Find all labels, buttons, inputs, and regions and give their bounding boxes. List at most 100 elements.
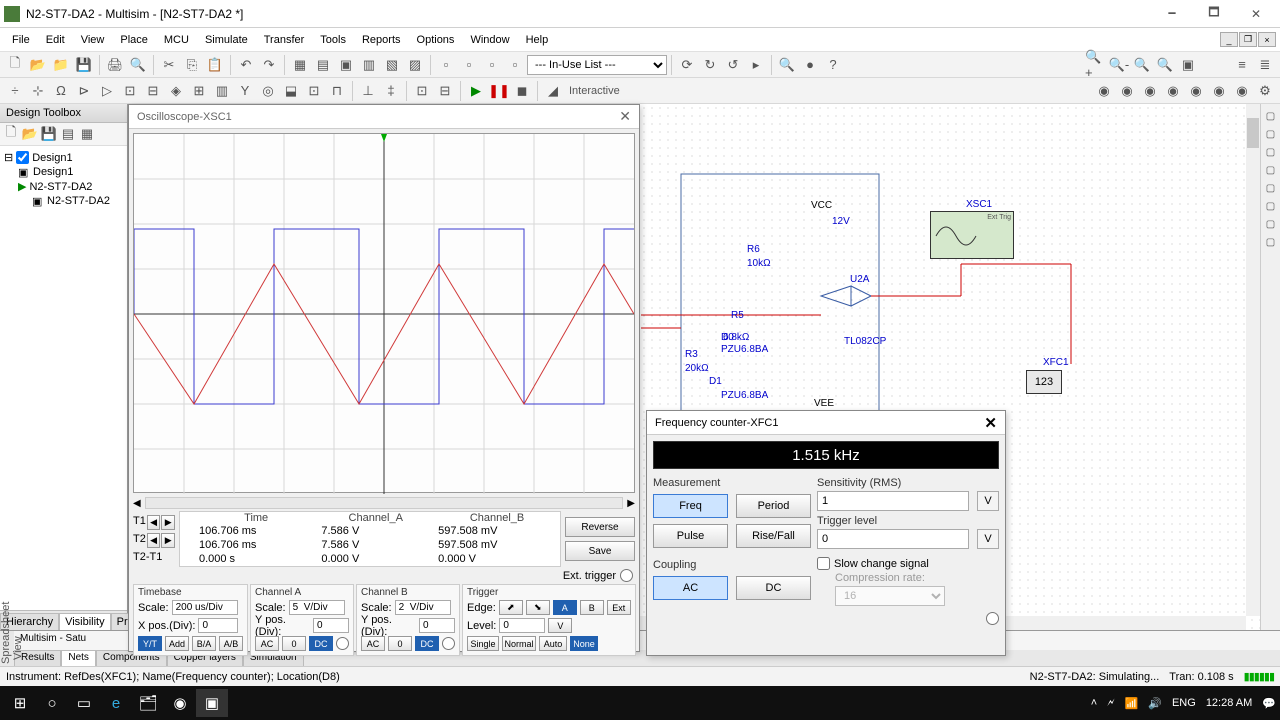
edge-icon[interactable]: e xyxy=(100,689,132,717)
menu-mcu[interactable]: MCU xyxy=(156,31,197,49)
chrome-icon[interactable]: ◉ xyxy=(164,689,196,717)
chan-a-ypos-input[interactable] xyxy=(313,618,349,633)
redo-icon[interactable]: ↷ xyxy=(258,54,280,76)
align-icon-2[interactable]: ≣ xyxy=(1254,54,1276,76)
instr-icon-7[interactable]: ▢ xyxy=(1263,216,1279,232)
oscilloscope-screen[interactable] xyxy=(133,133,635,493)
comp-icon-15[interactable]: ⊓ xyxy=(326,80,348,102)
trig-src-ext-button[interactable]: Ext xyxy=(607,600,631,615)
ba-button[interactable]: B/A xyxy=(192,636,216,651)
full-screen-icon[interactable]: ▣ xyxy=(1177,54,1199,76)
instr-icon-6[interactable]: ▢ xyxy=(1263,198,1279,214)
probe-icon-7[interactable]: ◉ xyxy=(1231,80,1253,102)
menu-options[interactable]: Options xyxy=(409,31,463,49)
new-icon[interactable]: 🗋 xyxy=(4,54,26,76)
comp-icon-1[interactable]: ÷ xyxy=(4,80,26,102)
menu-place[interactable]: Place xyxy=(112,31,156,49)
zoom-fit-icon[interactable]: 🔍 xyxy=(1154,54,1176,76)
tb-icon-19[interactable]: ↺ xyxy=(722,54,744,76)
print-icon[interactable]: 🖨 xyxy=(104,54,126,76)
mdi-close[interactable]: × xyxy=(1258,32,1276,47)
fc-dc-button[interactable]: DC xyxy=(736,576,811,600)
probe-icon-2[interactable]: ◉ xyxy=(1116,80,1138,102)
vertical-scrollbar[interactable] xyxy=(1246,104,1260,616)
copy-icon[interactable]: ⎘ xyxy=(181,54,203,76)
tb-icon-13[interactable]: ▫ xyxy=(435,54,457,76)
tray-power-icon[interactable]: 🗲 xyxy=(1107,697,1114,710)
tb-icon-16[interactable]: ▫ xyxy=(504,54,526,76)
schematic-canvas[interactable]: ▢ ▢ ▢ ▢ ▢ ▢ ▢ ▢ VCC 12V R6 10kΩ R5 6.8kΩ xyxy=(128,104,1280,630)
tb-icon-9[interactable]: ▣ xyxy=(335,54,357,76)
period-button[interactable]: Period xyxy=(736,494,811,518)
fc-ac-button[interactable]: AC xyxy=(653,576,728,600)
comp-icon-14[interactable]: ⊡ xyxy=(303,80,325,102)
fc-trigger-input[interactable] xyxy=(817,529,969,549)
multisim-task-icon[interactable]: ▣ xyxy=(196,689,228,717)
cha-ac-button[interactable]: AC xyxy=(255,636,279,651)
osc-scroll-left[interactable]: ◀ xyxy=(133,497,141,509)
probe-icon-3[interactable]: ◉ xyxy=(1139,80,1161,102)
undo-icon[interactable]: ↶ xyxy=(235,54,257,76)
comp-icon-8[interactable]: ◈ xyxy=(165,80,187,102)
chb-ac-button[interactable]: AC xyxy=(361,636,385,651)
fc-close-icon[interactable]: ✕ xyxy=(984,414,997,432)
timebase-xpos-input[interactable] xyxy=(198,618,238,633)
start-icon[interactable]: ⊞ xyxy=(4,689,36,717)
comp-icon-4[interactable]: ⊳ xyxy=(73,80,95,102)
cha-dc-button[interactable]: DC xyxy=(309,636,333,651)
trig-normal-button[interactable]: Normal xyxy=(502,636,536,651)
tb-icon-11[interactable]: ▧ xyxy=(381,54,403,76)
tray-wifi-icon[interactable]: 📶 xyxy=(1125,697,1139,710)
tree-root[interactable]: ⊟Design1 xyxy=(4,150,123,165)
slow-change-checkbox[interactable] xyxy=(817,557,830,570)
open-sample-icon[interactable]: 📁 xyxy=(50,54,72,76)
oscilloscope-close-icon[interactable]: ✕ xyxy=(619,108,631,125)
osc-scrollbar[interactable] xyxy=(145,497,624,509)
align-icon-1[interactable]: ≡ xyxy=(1231,54,1253,76)
menu-reports[interactable]: Reports xyxy=(354,31,409,49)
spreadsheet-view-tab[interactable]: Spreadsheet View xyxy=(0,631,14,666)
cut-icon[interactable]: ✂ xyxy=(158,54,180,76)
help-icon[interactable]: ? xyxy=(822,54,844,76)
menu-simulate[interactable]: Simulate xyxy=(197,31,256,49)
tray-volume-icon[interactable]: 🔊 xyxy=(1148,697,1162,710)
t1-left[interactable]: ◀ xyxy=(147,515,161,530)
save-icon[interactable]: 💾 xyxy=(73,54,95,76)
interactive-icon[interactable]: ◢ xyxy=(542,80,564,102)
menu-tools[interactable]: Tools xyxy=(312,31,354,49)
tb-icon-18[interactable]: ↻ xyxy=(699,54,721,76)
chb-dc-button[interactable]: DC xyxy=(415,636,439,651)
tree-item-0[interactable]: ▣Design1 xyxy=(4,165,123,179)
tray-up-icon[interactable]: ˄ xyxy=(1091,697,1097,709)
pause-icon[interactable]: ❚❚ xyxy=(488,80,510,102)
tray-time[interactable]: 12:28 AM xyxy=(1206,697,1252,709)
osc-scroll-right[interactable]: ▶ xyxy=(627,497,635,509)
comp-icon-3[interactable]: Ω xyxy=(50,80,72,102)
add-button[interactable]: Add xyxy=(165,636,189,651)
menu-view[interactable]: View xyxy=(73,31,113,49)
trigger-level-input[interactable] xyxy=(499,618,545,633)
tb-icon-7[interactable]: ▦ xyxy=(289,54,311,76)
zoom-out-icon[interactable]: 🔍- xyxy=(1108,54,1130,76)
yt-button[interactable]: Y/T xyxy=(138,636,162,651)
xfc1-instrument[interactable]: 123 xyxy=(1026,370,1062,394)
paste-icon[interactable]: 📋 xyxy=(204,54,226,76)
taskview-icon[interactable]: ▭ xyxy=(68,689,100,717)
tb-icon-12[interactable]: ▨ xyxy=(404,54,426,76)
place-icon-1[interactable]: ⊥ xyxy=(357,80,379,102)
tb-icon-probe1[interactable]: 🔍 xyxy=(776,54,798,76)
comp-icon-9[interactable]: ⊞ xyxy=(188,80,210,102)
comp-icon-2[interactable]: ⊹ xyxy=(27,80,49,102)
tray-lang[interactable]: ENG xyxy=(1172,697,1196,709)
t2-left[interactable]: ◀ xyxy=(147,533,161,548)
tb-icon-15[interactable]: ▫ xyxy=(481,54,503,76)
tb-icon-probe2[interactable]: ● xyxy=(799,54,821,76)
maximize-button[interactable]: 🗖 xyxy=(1194,3,1234,25)
instr-icon-2[interactable]: ▢ xyxy=(1263,126,1279,142)
probe-icon-1[interactable]: ◉ xyxy=(1093,80,1115,102)
dt-icon-2[interactable]: 📂 xyxy=(21,125,39,143)
trig-none-button[interactable]: None xyxy=(570,636,598,651)
instr-icon-4[interactable]: ▢ xyxy=(1263,162,1279,178)
tab-visibility[interactable]: Visibility xyxy=(59,613,111,630)
ab-button[interactable]: A/B xyxy=(219,636,243,651)
